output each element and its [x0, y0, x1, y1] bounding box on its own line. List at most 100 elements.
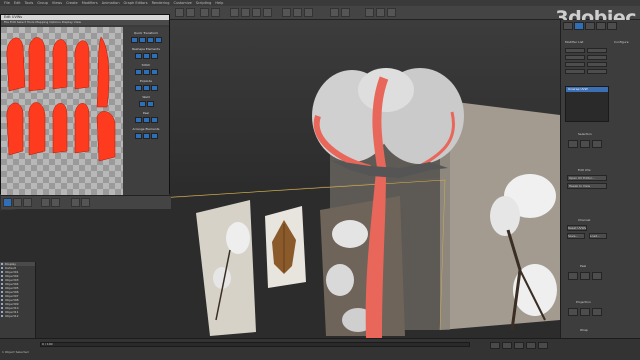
modifier-stack[interactable]: Unwrap UVW [565, 86, 609, 122]
stitch-average-icon[interactable] [142, 69, 150, 75]
quick-peel-icon[interactable] [134, 117, 142, 123]
unlink-icon[interactable] [211, 8, 220, 17]
rotate-ccw-icon[interactable] [146, 37, 154, 43]
planar-map-icon[interactable] [568, 308, 578, 316]
uv-menu-file[interactable]: File [4, 20, 9, 24]
menu-edit[interactable]: Edit [14, 1, 21, 5]
render-icon[interactable] [387, 8, 396, 17]
menu-create[interactable]: Create [66, 1, 78, 5]
mirror-icon[interactable] [330, 8, 339, 17]
stitch-source-icon[interactable] [134, 69, 142, 75]
peel-mode-icon[interactable] [142, 117, 150, 123]
weld-target-icon[interactable] [138, 101, 146, 107]
pack-together-icon[interactable] [142, 133, 150, 139]
redo-icon[interactable] [186, 8, 195, 17]
uv-canvas[interactable] [1, 27, 123, 195]
percent-snap-icon[interactable] [304, 8, 313, 17]
play-icon[interactable] [514, 342, 524, 349]
modifier-button[interactable] [587, 62, 607, 67]
menu-file[interactable]: File [4, 1, 10, 5]
spherical-map-icon[interactable] [592, 308, 602, 316]
uv-grow-icon[interactable] [41, 198, 50, 207]
menu-graph-editors[interactable]: Graph Editors [124, 1, 148, 5]
uv-pan-icon[interactable] [81, 198, 90, 207]
detach-icon[interactable] [150, 85, 158, 91]
cylindrical-map-icon[interactable] [580, 308, 590, 316]
align-icon[interactable] [341, 8, 350, 17]
menu-customize[interactable]: Customize [173, 1, 191, 5]
select-edge-icon[interactable] [580, 140, 590, 148]
select-polygon-icon[interactable] [592, 140, 602, 148]
uv-menu-select[interactable]: Select [17, 20, 26, 24]
modifier-button[interactable] [565, 62, 585, 67]
peel-quick-icon[interactable] [568, 272, 578, 280]
align-u-icon[interactable] [130, 37, 138, 43]
relax-icon[interactable] [142, 53, 150, 59]
uv-menu-tools[interactable]: Tools [27, 20, 34, 24]
uv-menu-edit[interactable]: Edit [10, 20, 16, 24]
render-setup-icon[interactable] [376, 8, 385, 17]
uv-menu-display[interactable]: Display [62, 20, 73, 24]
display-tab-icon[interactable] [607, 22, 617, 30]
menu-scripting[interactable]: Scripting [196, 1, 212, 5]
align-v-icon[interactable] [138, 37, 146, 43]
modifier-list-label[interactable]: Modifier List [565, 40, 583, 44]
create-tab-icon[interactable] [563, 22, 573, 30]
rotate-cw-icon[interactable] [154, 37, 162, 43]
relax-settings-icon[interactable] [150, 53, 158, 59]
select-move-icon[interactable] [241, 8, 250, 17]
uv-menu-view[interactable]: View [74, 20, 81, 24]
layer-item[interactable]: Object12 [0, 314, 35, 318]
stitch-target-icon[interactable] [150, 69, 158, 75]
menu-animation[interactable]: Animation [102, 1, 120, 5]
straighten-icon[interactable] [134, 53, 142, 59]
go-to-end-icon[interactable] [538, 342, 548, 349]
uv-menu-mapping[interactable]: Mapping [35, 20, 48, 24]
pack-normalize-icon[interactable] [134, 133, 142, 139]
motion-tab-icon[interactable] [596, 22, 606, 30]
weld-selected-icon[interactable] [146, 101, 154, 107]
select-scale-icon[interactable] [263, 8, 272, 17]
peel-pin-icon[interactable] [592, 272, 602, 280]
uv-menu-options[interactable]: Options [49, 20, 61, 24]
menu-modifiers[interactable]: Modifiers [82, 1, 98, 5]
undo-icon[interactable] [175, 8, 184, 17]
menu-tools[interactable]: Tools [25, 1, 34, 5]
select-object-icon[interactable] [230, 8, 239, 17]
snap-toggle-icon[interactable] [282, 8, 291, 17]
peel-pelt-icon[interactable] [580, 272, 590, 280]
previous-frame-icon[interactable] [502, 342, 512, 349]
weld-label: Weld [142, 95, 150, 99]
select-rotate-icon[interactable] [252, 8, 261, 17]
select-vertex-icon[interactable] [568, 140, 578, 148]
uv-select-poly-icon[interactable] [23, 198, 32, 207]
modifier-button[interactable] [565, 69, 585, 74]
menu-rendering[interactable]: Rendering [152, 1, 170, 5]
next-frame-icon[interactable] [526, 342, 536, 349]
time-slider[interactable] [40, 342, 470, 347]
uv-shrink-icon[interactable] [51, 198, 60, 207]
menu-help[interactable]: Help [215, 1, 223, 5]
modifier-button[interactable] [565, 55, 585, 60]
break-icon[interactable] [142, 85, 150, 91]
angle-snap-icon[interactable] [293, 8, 302, 17]
uv-select-vertex-icon[interactable] [3, 198, 12, 207]
menu-views[interactable]: Views [52, 1, 62, 5]
modifier-button[interactable] [587, 55, 607, 60]
go-to-start-icon[interactable] [490, 342, 500, 349]
pin-icon[interactable] [150, 117, 158, 123]
material-editor-icon[interactable] [365, 8, 374, 17]
uv-editor-window[interactable]: Edit UVWs File Edit Select Tools Mapping… [0, 14, 171, 209]
modifier-stack-item[interactable]: Unwrap UVW [566, 87, 608, 92]
rescale-icon[interactable] [150, 133, 158, 139]
modify-tab-icon[interactable] [574, 22, 584, 30]
select-link-icon[interactable] [200, 8, 209, 17]
hierarchy-tab-icon[interactable] [585, 22, 595, 30]
uv-zoom-icon[interactable] [71, 198, 80, 207]
uv-select-edge-icon[interactable] [13, 198, 22, 207]
modifier-button[interactable] [587, 69, 607, 74]
menu-group[interactable]: Group [37, 1, 48, 5]
modifier-button[interactable] [565, 48, 585, 53]
modifier-button[interactable] [587, 48, 607, 53]
flatten-icon[interactable] [134, 85, 142, 91]
